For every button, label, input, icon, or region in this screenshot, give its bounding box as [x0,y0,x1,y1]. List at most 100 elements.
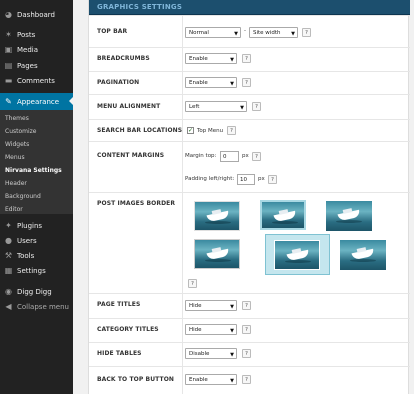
help-icon[interactable]: ? [242,301,251,310]
collapse-menu-button[interactable]: ◀ Collapse menu [0,299,73,315]
plugin-icon: ✦ [5,221,12,230]
help-icon[interactable]: ? [302,28,311,37]
hide-tables-select[interactable]: Disable ▼ [185,348,237,359]
menu-label: Dashboard [17,11,55,19]
settings-icon: ▦ [4,266,13,275]
row-page-titles: PAGE TITLES Hide ▼ ? [89,293,410,318]
menu-digg-digg[interactable]: ◉ Digg Digg [0,284,73,300]
breadcrumbs-select[interactable]: Enable ▼ [185,53,237,64]
menu-label: Collapse menu [17,303,69,311]
panel-header[interactable]: GRAPHICS SETTINGS [89,0,410,15]
menu-alignment-select[interactable]: Left ▼ [185,101,247,112]
submenu-widgets[interactable]: Widgets [5,139,29,150]
menu-tools[interactable]: ⚒ Tools [0,248,73,264]
select-value: Left [189,103,200,110]
submenu-menus[interactable]: Menus [5,152,25,163]
dropdown-caret-icon: ▼ [230,81,234,87]
row-menu-alignment: MENU ALIGNMENT Left ▼ ? [89,94,410,119]
menu-appearance[interactable]: ✎ Appearance [0,93,73,110]
margin-top-input[interactable]: 0 [220,151,239,162]
page-titles-select[interactable]: Hide ▼ [185,300,237,311]
submenu-editor[interactable]: Editor [5,204,23,215]
menu-label: Appearance [17,97,60,106]
users-icon: ● [5,236,12,245]
boat-shadow [205,259,231,262]
back-to-top-select[interactable]: Enable ▼ [185,374,237,385]
row-pagination: PAGINATION Enable ▼ ? [89,71,410,94]
row-back-to-top: BACK TO TOP BUTTON Enable ▼ ? [89,366,410,394]
border-style-option-1[interactable] [194,201,240,231]
menu-label: Pages [17,62,38,70]
menu-label: Users [17,237,37,245]
graphics-settings-panel: GRAPHICS SETTINGS TOP BAR Normal ▼ - Site… [88,0,410,394]
top-bar-mode-select[interactable]: Normal ▼ [185,27,241,38]
border-style-option-2[interactable] [260,200,306,230]
menu-posts[interactable]: ✶ Posts [0,27,73,43]
help-icon[interactable]: ? [252,152,261,161]
submenu-customize[interactable]: Customize [5,126,37,137]
menu-label: Digg Digg [17,288,52,296]
help-icon[interactable]: ? [242,375,251,384]
menu-media[interactable]: ▣ Media [0,42,73,58]
appearance-submenu: Themes Customize Widgets Menus Nirvana S… [0,110,73,214]
menu-label: Posts [17,31,36,39]
submenu-background[interactable]: Background [5,191,41,202]
padding-label: Padding left/right: [185,176,235,182]
row-breadcrumbs: BREADCRUMBS Enable ▼ ? [89,47,410,71]
row-label: HIDE TABLES [97,350,142,357]
select-value: Disable [189,350,210,357]
row-label: SEARCH BAR LOCATIONS [97,127,183,134]
border-style-option-5-selected[interactable] [274,240,320,270]
pagination-select[interactable]: Enable ▼ [185,77,237,88]
help-icon[interactable]: ? [242,349,251,358]
help-icon[interactable]: ? [268,175,277,184]
submenu-themes[interactable]: Themes [5,113,29,124]
border-style-option-6[interactable] [340,240,386,270]
top-menu-checkbox[interactable]: ✓ [187,127,194,134]
row-label: BACK TO TOP BUTTON [97,376,175,383]
select-value: Enable [189,376,208,383]
menu-settings[interactable]: ▦ Settings [0,263,73,279]
menu-users[interactable]: ● Users [0,233,73,249]
row-search-bar-locations: SEARCH BAR LOCATIONS ✓ Top Menu ? [89,119,410,141]
unit-label: px [242,153,249,159]
submenu-header[interactable]: Header [5,178,27,189]
help-icon[interactable]: ? [242,78,251,87]
help-icon[interactable]: ? [242,325,251,334]
select-value: Normal [189,29,209,36]
dropdown-caret-icon: ▼ [230,304,234,310]
help-icon[interactable]: ? [227,126,236,135]
select-value: Hide [189,326,202,333]
menu-label: Media [17,46,39,54]
border-style-option-3[interactable] [326,201,372,231]
help-icon[interactable]: ? [252,102,261,111]
dropdown-caret-icon: ▼ [230,352,234,358]
admin-sidebar: ◕ Dashboard ✶ Posts ▣ Media ▤ Pages ▬ Comment… [0,0,73,394]
dropdown-caret-icon: ▼ [234,31,238,37]
main-content: GRAPHICS SETTINGS TOP BAR Normal ▼ - Site… [73,0,414,394]
submenu-nirvana-settings[interactable]: Nirvana Settings [5,165,62,176]
pin-icon: ✶ [5,30,12,39]
border-style-option-4[interactable] [194,239,240,269]
help-icon[interactable]: ? [188,279,197,288]
pages-icon: ▤ [4,61,13,70]
padding-input[interactable]: 10 [237,174,255,185]
menu-label: Plugins [17,222,43,230]
menu-comments[interactable]: ▬ Comments [0,73,73,89]
select-value: Hide [189,302,202,309]
paintbrush-icon: ✎ [5,96,12,106]
menu-plugins[interactable]: ✦ Plugins [0,218,73,234]
row-category-titles: CATEGORY TITLES Hide ▼ ? [89,318,410,342]
margin-top-label: Margin top: [185,153,217,159]
row-label: MENU ALIGNMENT [97,103,161,110]
boat-shadow [272,221,298,224]
category-titles-select[interactable]: Hide ▼ [185,324,237,335]
separator-dash: - [244,28,246,34]
top-bar-width-select[interactable]: Site width ▼ [249,27,298,38]
dropdown-caret-icon: ▼ [291,31,295,37]
menu-dashboard[interactable]: ◕ Dashboard [0,7,73,23]
select-value: Site width [253,29,281,36]
menu-pages[interactable]: ▤ Pages [0,58,73,74]
help-icon[interactable]: ? [242,54,251,63]
select-value: Enable [189,55,208,62]
